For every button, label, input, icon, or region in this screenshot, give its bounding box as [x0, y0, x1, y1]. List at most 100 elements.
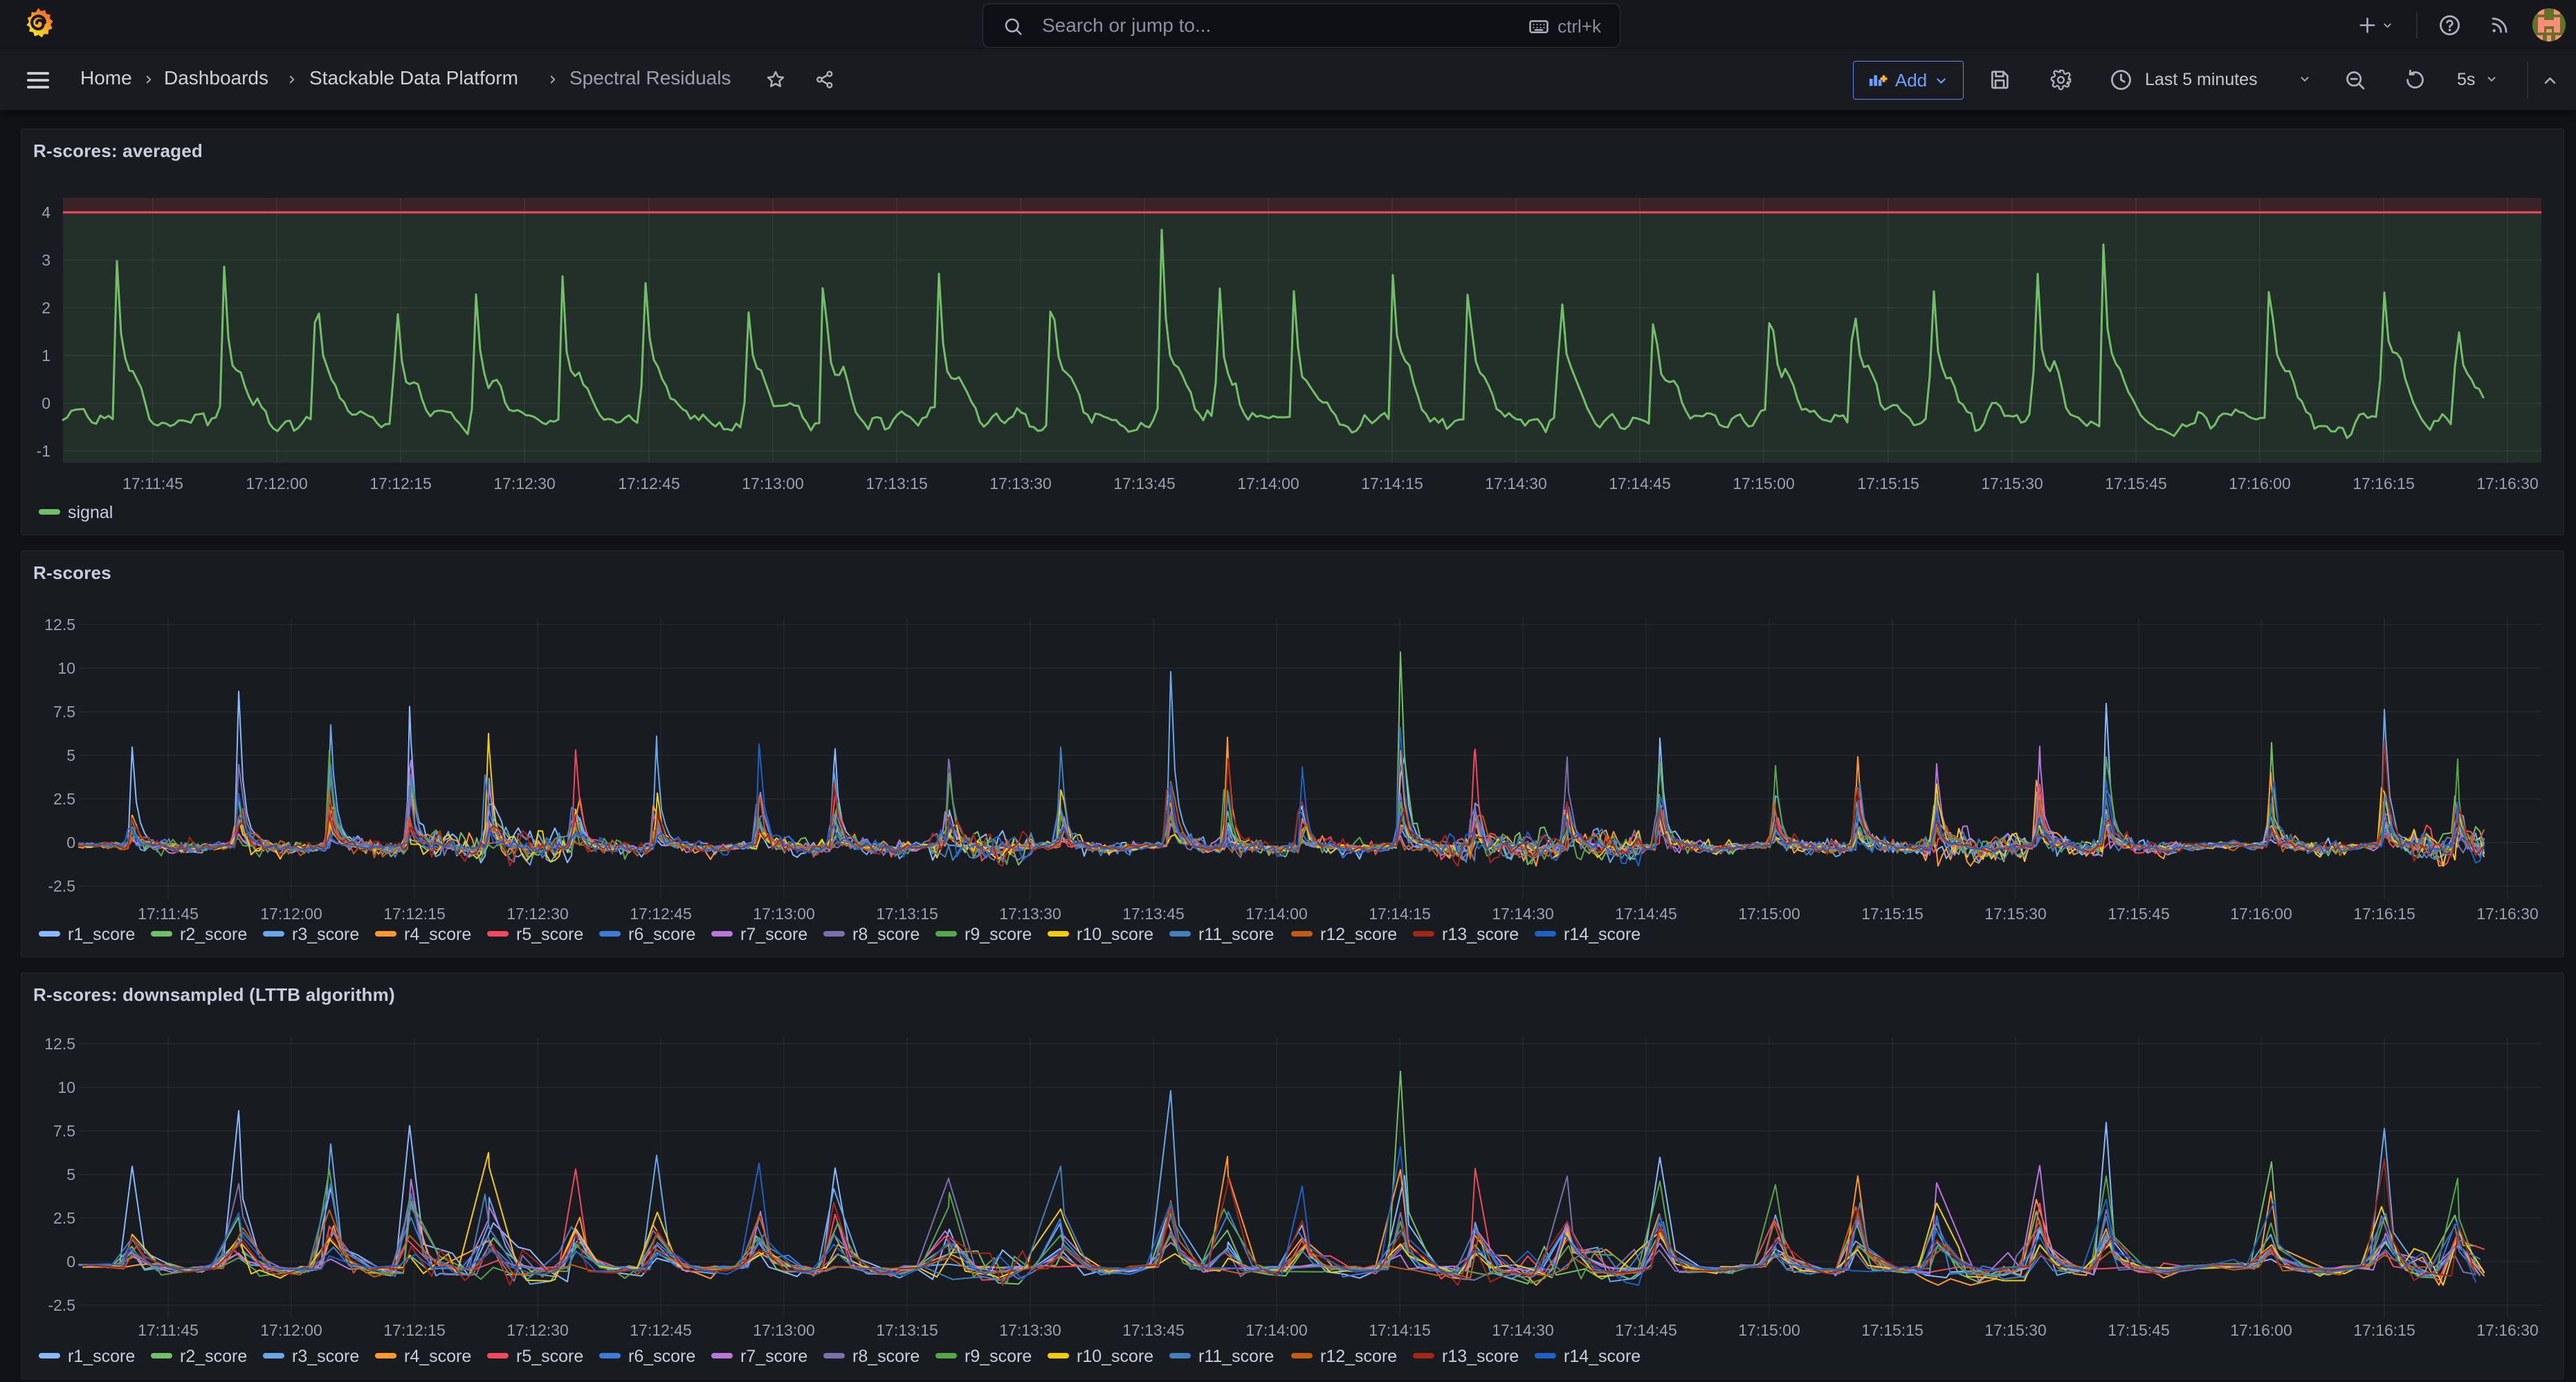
svg-text:r4_score: r4_score — [404, 1347, 471, 1366]
svg-text:r13_score: r13_score — [1442, 925, 1519, 944]
svg-text:17:13:00: 17:13:00 — [753, 905, 815, 923]
svg-text:17:16:30: 17:16:30 — [2476, 1321, 2539, 1339]
svg-text:r5_score: r5_score — [516, 925, 583, 944]
svg-text:17:14:30: 17:14:30 — [1485, 475, 1547, 492]
svg-text:r9_score: r9_score — [965, 1347, 1032, 1366]
svg-text:17:14:30: 17:14:30 — [1492, 905, 1554, 923]
svg-text:17:15:15: 17:15:15 — [1857, 475, 1919, 492]
svg-text:17:15:30: 17:15:30 — [1981, 475, 2043, 492]
svg-text:17:13:30: 17:13:30 — [999, 905, 1061, 923]
svg-text:0: 0 — [66, 1253, 75, 1271]
svg-text:17:12:00: 17:12:00 — [260, 905, 322, 923]
svg-text:17:13:00: 17:13:00 — [742, 475, 804, 492]
svg-text:5: 5 — [66, 746, 75, 764]
svg-text:17:13:15: 17:13:15 — [866, 475, 928, 492]
svg-text:17:13:30: 17:13:30 — [999, 1321, 1061, 1339]
svg-text:0: 0 — [42, 394, 51, 412]
svg-text:r3_score: r3_score — [292, 925, 359, 944]
svg-text:17:15:45: 17:15:45 — [2108, 905, 2170, 923]
svg-text:1: 1 — [42, 347, 51, 365]
svg-text:17:12:15: 17:12:15 — [383, 1321, 446, 1339]
svg-text:17:13:30: 17:13:30 — [989, 475, 1052, 492]
svg-text:10: 10 — [57, 659, 75, 677]
svg-text:r10_score: r10_score — [1077, 925, 1153, 944]
svg-text:7.5: 7.5 — [53, 1122, 75, 1140]
svg-text:17:11:45: 17:11:45 — [122, 475, 183, 492]
svg-text:2.5: 2.5 — [53, 790, 75, 808]
svg-text:r13_score: r13_score — [1442, 1347, 1519, 1366]
svg-text:17:16:15: 17:16:15 — [2353, 475, 2415, 492]
svg-text:r9_score: r9_score — [965, 925, 1032, 944]
svg-text:17:14:15: 17:14:15 — [1361, 475, 1423, 492]
svg-text:2.5: 2.5 — [53, 1209, 75, 1227]
svg-text:17:16:30: 17:16:30 — [2476, 905, 2539, 923]
svg-text:17:14:00: 17:14:00 — [1245, 1321, 1308, 1339]
svg-text:r7_score: r7_score — [740, 1347, 807, 1366]
svg-text:17:12:30: 17:12:30 — [506, 905, 569, 923]
svg-text:17:14:45: 17:14:45 — [1615, 1321, 1677, 1339]
svg-text:17:16:15: 17:16:15 — [2353, 1321, 2415, 1339]
svg-text:17:16:15: 17:16:15 — [2353, 905, 2415, 923]
svg-text:r6_score: r6_score — [628, 1347, 695, 1366]
svg-text:17:16:30: 17:16:30 — [2476, 475, 2539, 492]
svg-text:17:15:15: 17:15:15 — [1861, 905, 1924, 923]
svg-text:17:15:45: 17:15:45 — [2108, 1321, 2170, 1339]
svg-text:17:16:00: 17:16:00 — [2229, 475, 2291, 492]
svg-text:17:13:45: 17:13:45 — [1113, 475, 1176, 492]
svg-text:17:14:45: 17:14:45 — [1609, 475, 1671, 492]
svg-text:17:14:00: 17:14:00 — [1237, 475, 1299, 492]
svg-text:4: 4 — [42, 203, 51, 221]
svg-text:2: 2 — [42, 299, 51, 317]
svg-text:r3_score: r3_score — [292, 1347, 359, 1366]
svg-text:r6_score: r6_score — [628, 925, 695, 944]
svg-text:r11_score: r11_score — [1198, 1347, 1274, 1366]
svg-text:17:14:45: 17:14:45 — [1615, 905, 1677, 923]
svg-text:12.5: 12.5 — [44, 1035, 75, 1053]
svg-text:r8_score: r8_score — [852, 925, 920, 944]
svg-text:17:13:00: 17:13:00 — [753, 1321, 815, 1339]
svg-text:r11_score: r11_score — [1198, 925, 1274, 944]
svg-text:12.5: 12.5 — [44, 616, 75, 634]
svg-text:17:13:15: 17:13:15 — [876, 1321, 938, 1339]
svg-text:17:16:00: 17:16:00 — [2230, 905, 2292, 923]
svg-text:7.5: 7.5 — [53, 703, 75, 721]
svg-text:r14_score: r14_score — [1564, 1347, 1641, 1366]
svg-text:17:14:30: 17:14:30 — [1492, 1321, 1554, 1339]
svg-text:17:15:00: 17:15:00 — [1733, 475, 1795, 492]
svg-text:r2_score: r2_score — [180, 925, 247, 944]
svg-text:r1_score: r1_score — [68, 1347, 135, 1366]
svg-text:17:12:15: 17:12:15 — [369, 475, 432, 492]
svg-text:5: 5 — [66, 1166, 75, 1183]
svg-text:17:15:30: 17:15:30 — [1984, 905, 2047, 923]
svg-text:17:11:45: 17:11:45 — [138, 905, 199, 923]
svg-text:-2.5: -2.5 — [48, 1296, 75, 1314]
svg-text:r12_score: r12_score — [1320, 925, 1397, 944]
svg-text:17:14:15: 17:14:15 — [1369, 905, 1431, 923]
svg-text:r1_score: r1_score — [68, 925, 135, 944]
svg-text:r12_score: r12_score — [1320, 1347, 1397, 1366]
svg-text:17:14:15: 17:14:15 — [1369, 1321, 1431, 1339]
svg-text:17:15:45: 17:15:45 — [2105, 475, 2167, 492]
svg-text:r8_score: r8_score — [852, 1347, 920, 1366]
svg-text:r7_score: r7_score — [740, 925, 807, 944]
svg-text:0: 0 — [66, 833, 75, 851]
svg-text:r2_score: r2_score — [180, 1347, 247, 1366]
svg-text:-1: -1 — [37, 442, 51, 460]
svg-text:-2.5: -2.5 — [48, 877, 75, 895]
svg-text:17:12:45: 17:12:45 — [630, 1321, 692, 1339]
svg-text:r5_score: r5_score — [516, 1347, 583, 1366]
svg-text:3: 3 — [42, 251, 51, 269]
svg-text:17:12:45: 17:12:45 — [630, 905, 692, 923]
svg-text:17:13:45: 17:13:45 — [1122, 1321, 1185, 1339]
svg-text:17:12:45: 17:12:45 — [618, 475, 680, 492]
svg-text:17:15:15: 17:15:15 — [1861, 1321, 1924, 1339]
svg-text:17:13:45: 17:13:45 — [1122, 905, 1185, 923]
svg-text:r10_score: r10_score — [1077, 1347, 1153, 1366]
svg-text:17:11:45: 17:11:45 — [138, 1321, 199, 1339]
svg-text:17:16:00: 17:16:00 — [2230, 1321, 2292, 1339]
svg-text:17:15:00: 17:15:00 — [1738, 905, 1800, 923]
svg-text:17:12:00: 17:12:00 — [260, 1321, 322, 1339]
svg-text:17:12:30: 17:12:30 — [493, 475, 556, 492]
svg-text:17:12:15: 17:12:15 — [383, 905, 446, 923]
svg-text:17:14:00: 17:14:00 — [1245, 905, 1308, 923]
